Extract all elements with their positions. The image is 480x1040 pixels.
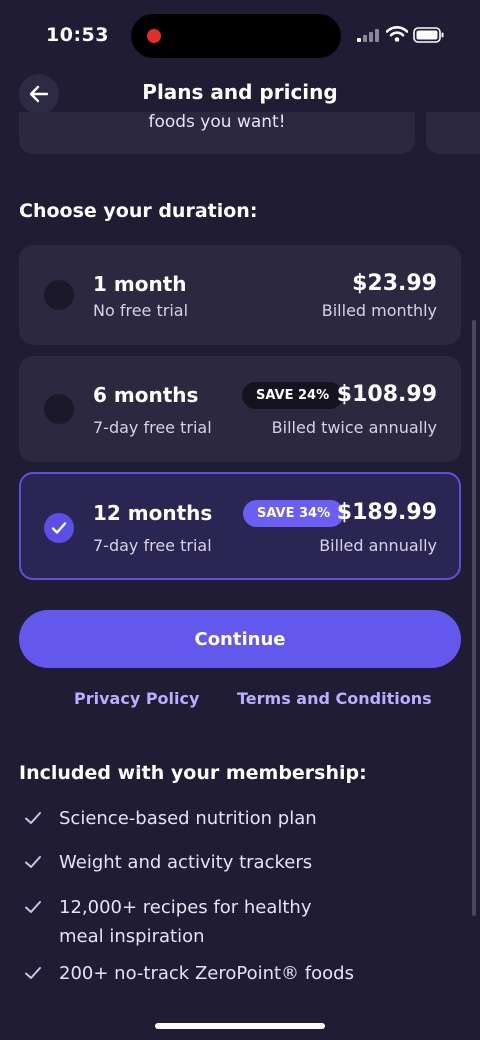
- plan-option-1-month[interactable]: 1 month No free trial $23.99 Billed mont…: [19, 245, 461, 345]
- checkmark-icon: [25, 967, 41, 979]
- list-item: 12,000+ recipes for healthy meal inspira…: [24, 893, 444, 953]
- plan-name: 12 months: [93, 501, 213, 525]
- checkmark-icon: [51, 522, 67, 534]
- plan-name: 6 months: [93, 383, 199, 407]
- plan-name: 1 month: [93, 272, 187, 296]
- page-title: Plans and pricing: [142, 80, 338, 104]
- plan-option-6-months[interactable]: 6 months 7-day free trial SAVE 24% $108.…: [19, 356, 461, 462]
- checkmark-icon: [25, 901, 41, 913]
- list-item: Science-based nutrition plan: [24, 804, 444, 834]
- status-time: 10:53: [46, 24, 109, 46]
- membership-title: Included with your membership:: [19, 762, 367, 784]
- plan-price: $23.99: [352, 271, 437, 296]
- terms-link[interactable]: Terms and Conditions: [237, 689, 432, 708]
- radio-unchecked-icon[interactable]: [44, 280, 74, 310]
- benefit-text: 200+ no-track ZeroPoint® foods: [59, 963, 354, 984]
- checkmark-icon: [25, 856, 41, 868]
- benefit-text: Science-based nutrition plan: [59, 808, 317, 829]
- scrollbar[interactable]: [472, 320, 476, 916]
- plan-option-12-months[interactable]: 12 months 7-day free trial SAVE 34% $189…: [19, 472, 461, 580]
- plan-billing: Billed annually: [319, 536, 437, 555]
- checkmark-icon: [25, 812, 41, 824]
- recording-indicator-icon: [147, 29, 161, 43]
- list-item: Weight and activity trackers: [24, 848, 444, 878]
- plan-billing: Billed twice annually: [271, 418, 437, 437]
- continue-button[interactable]: Continue: [19, 610, 461, 668]
- save-badge: SAVE 24%: [242, 382, 344, 409]
- header: Plans and pricing: [0, 70, 480, 116]
- duration-title: Choose your duration:: [19, 200, 258, 222]
- radio-unchecked-icon[interactable]: [44, 394, 74, 424]
- save-badge: SAVE 34%: [243, 500, 345, 527]
- plan-trial: 7-day free trial: [93, 536, 212, 555]
- cellular-signal-icon: [357, 29, 379, 42]
- plan-trial: No free trial: [93, 301, 189, 320]
- status-bar: 10:53: [0, 0, 480, 70]
- plan-price: $108.99: [336, 382, 437, 407]
- plan-price: $189.99: [336, 500, 437, 525]
- wifi-icon: [386, 26, 408, 42]
- battery-icon: [413, 27, 444, 43]
- list-item: 200+ no-track ZeroPoint® foods: [24, 959, 444, 989]
- benefit-text: 12,000+ recipes for healthy meal inspira…: [59, 897, 312, 947]
- radio-checked-icon[interactable]: [44, 513, 74, 543]
- feature-card-next: [426, 112, 480, 154]
- privacy-policy-link[interactable]: Privacy Policy: [74, 689, 199, 708]
- plan-billing: Billed monthly: [321, 301, 437, 320]
- home-indicator[interactable]: [155, 1023, 325, 1029]
- feature-card-text: foods you want!: [148, 112, 286, 132]
- benefit-text: Weight and activity trackers: [59, 852, 313, 873]
- feature-card: foods you want!: [19, 112, 415, 154]
- dynamic-island: [131, 14, 341, 58]
- plan-trial: 7-day free trial: [93, 418, 212, 437]
